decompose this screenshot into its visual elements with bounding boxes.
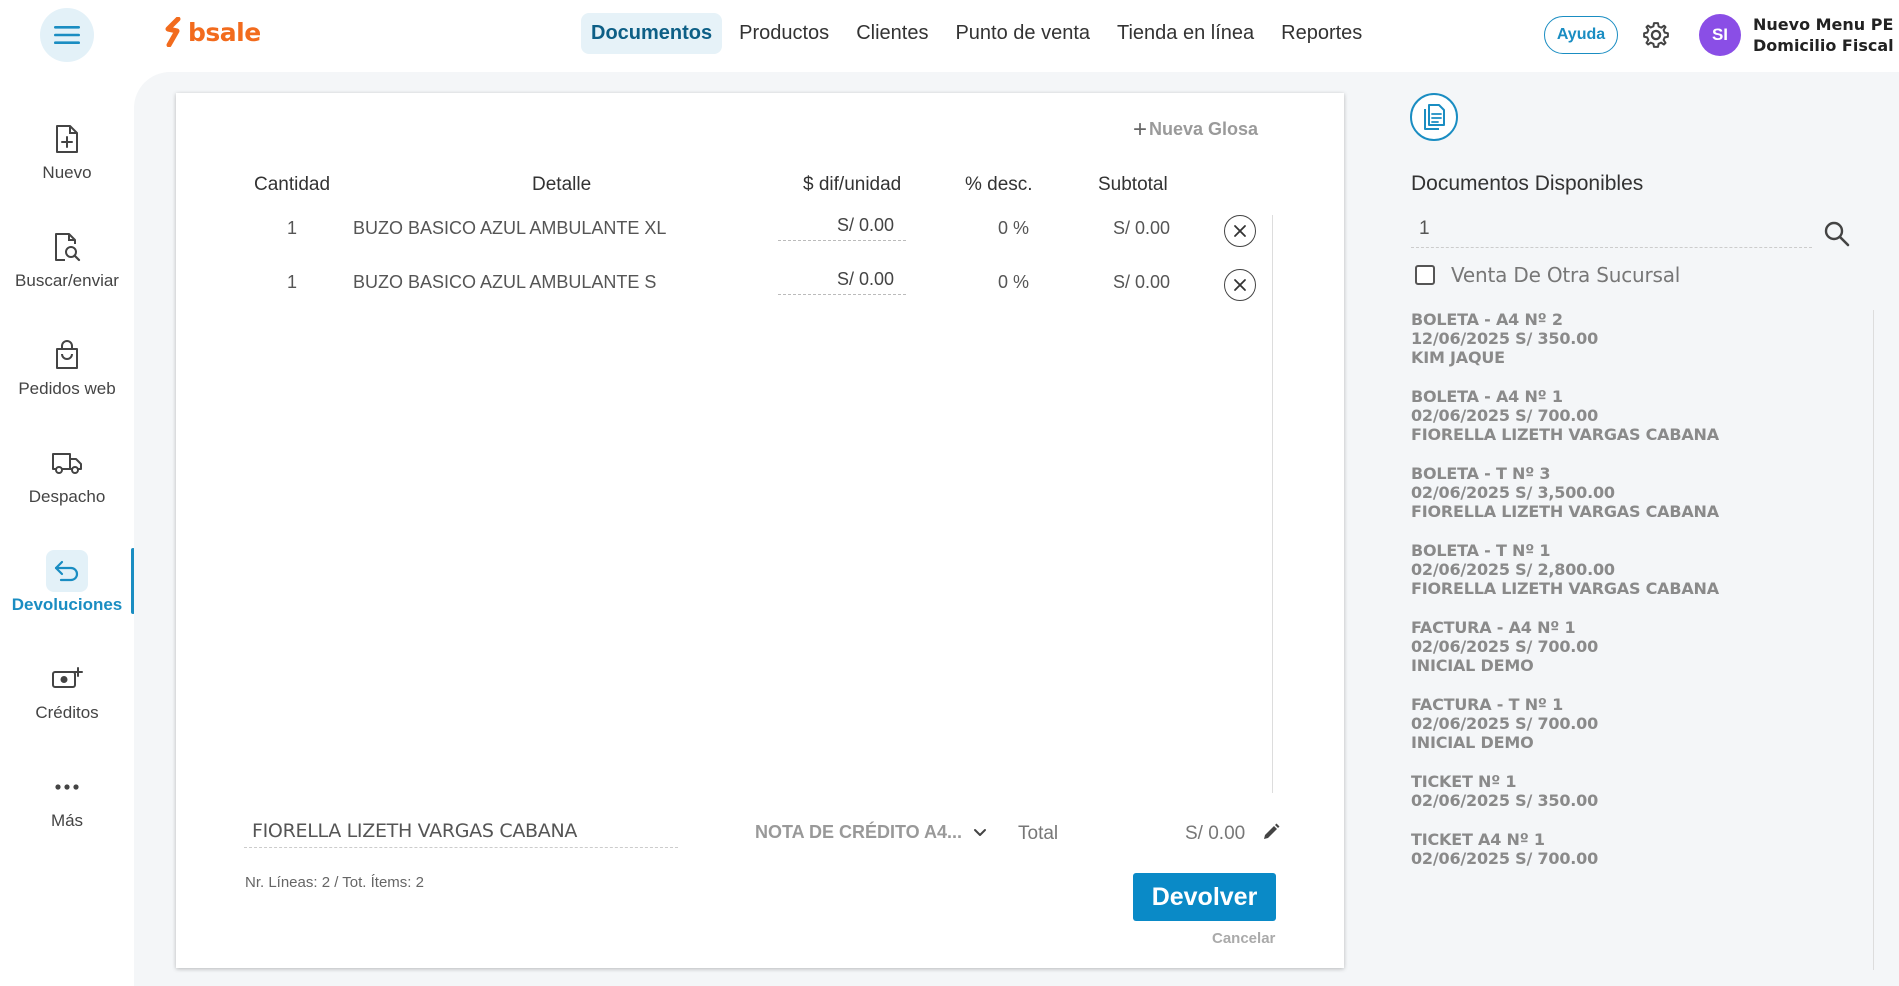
new-glosa-label: Nueva Glosa [1149,119,1259,139]
column-header-descuento: % desc. [965,174,1033,195]
total-label: Total [1018,823,1059,844]
document-type-select[interactable]: NOTA DE CRÉDITO A4... [755,822,987,843]
search-icon[interactable] [1823,220,1851,248]
new-glosa-button[interactable]: + Nueva Glosa [1133,116,1258,144]
money-plus-icon [52,667,83,688]
nav-punto-de-venta[interactable]: Punto de venta [945,13,1100,54]
list-item[interactable]: BOLETA - A4 Nº 2 12/06/2025 S/ 350.00 KI… [1411,310,1598,367]
sidebar-item-label: Nuevo [42,163,92,182]
sidebar-item-label: Créditos [35,703,99,722]
new-document-icon [56,125,78,153]
other-branch-label: Venta De Otra Sucursal [1451,263,1681,287]
close-icon [1234,279,1246,291]
truck-icon [52,453,82,474]
editor-scroll-divider [1272,215,1273,793]
row-detail: BUZO BASICO AZUL AMBULANTE XL [353,218,667,238]
documents-icon-button[interactable] [1410,93,1458,141]
lines-items-summary: Nr. Líneas: 2 / Tot. Ítems: 2 [245,874,424,891]
nav-productos[interactable]: Productos [729,13,839,54]
cancel-link[interactable]: Cancelar [1212,930,1275,947]
logo-text: bsale [188,17,261,47]
help-button[interactable]: Ayuda [1544,16,1618,54]
sidebar: Nuevo Buscar/enviar Pedidos web Despacho… [0,72,134,986]
row-subtotal: S/ 0.00 [1113,218,1171,238]
shopping-bag-icon [56,340,78,369]
search-document-icon [55,233,81,262]
sidebar-item-label: Devoluciones [11,595,123,614]
other-branch-checkbox[interactable] [1415,265,1435,285]
sidebar-item-nuevo[interactable]: Nuevo [0,118,134,183]
row-discount[interactable]: 0 % [998,218,1029,239]
sidebar-item-mas[interactable]: Más [0,766,134,831]
return-arrow-icon [54,560,79,582]
client-input[interactable]: FIORELLA LIZETH VARGAS CABANA [244,820,678,848]
sidebar-item-despacho[interactable]: Despacho [0,442,134,507]
nav-reportes[interactable]: Reportes [1271,13,1372,54]
list-item[interactable]: BOLETA - A4 Nº 1 02/06/2025 S/ 700.00 FI… [1411,387,1719,444]
user-avatar[interactable]: SI [1699,14,1741,56]
sidebar-item-creditos[interactable]: Créditos [0,658,134,723]
sidebar-item-label: Pedidos web [18,379,116,398]
main-nav: Documentos Productos Clientes Punto de v… [581,13,1379,54]
row-detail: BUZO BASICO AZUL AMBULANTE S [353,272,657,292]
list-item[interactable]: FACTURA - T Nº 1 02/06/2025 S/ 700.00 IN… [1411,695,1598,752]
nav-tienda-en-linea[interactable]: Tienda en línea [1107,13,1264,54]
list-item[interactable]: BOLETA - T Nº 3 02/06/2025 S/ 3,500.00 F… [1411,464,1719,521]
nav-documentos[interactable]: Documentos [581,13,723,54]
row-discount[interactable]: 0 % [998,272,1029,293]
user-branch: Domicilio Fiscal [1753,36,1894,55]
menu-button[interactable] [40,8,94,62]
sidebar-item-buscar-enviar[interactable]: Buscar/enviar [0,226,134,291]
total-value: S/ 0.00 [1185,823,1246,844]
document-type-label: NOTA DE CRÉDITO A4... [755,822,963,842]
bsale-logo-icon [165,17,181,47]
doc-list-divider [1873,310,1874,970]
user-info[interactable]: Nuevo Menu PE Domicilio Fiscal [1753,14,1894,56]
remove-row-button[interactable] [1224,215,1256,247]
sidebar-item-devoluciones[interactable]: Devoluciones [0,550,134,615]
plus-icon: + [1133,116,1148,143]
close-icon [1234,225,1246,237]
row-quantity[interactable]: 1 [287,272,297,293]
document-search-input[interactable]: 1 [1411,218,1812,248]
column-header-dif-unidad: $ dif/unidad [803,174,902,195]
sidebar-item-pedidos-web[interactable]: Pedidos web [0,334,134,399]
documents-icon [1424,104,1445,130]
list-item[interactable]: FACTURA - A4 Nº 1 02/06/2025 S/ 700.00 I… [1411,618,1598,675]
sidebar-item-label: Despacho [28,487,106,506]
devolver-button[interactable]: Devolver [1133,873,1276,921]
column-header-subtotal: Subtotal [1098,174,1168,195]
available-docs-title: Documentos Disponibles [1411,172,1644,195]
sidebar-item-label: Más [50,811,84,830]
remove-row-button[interactable] [1224,269,1256,301]
list-item[interactable]: BOLETA - T Nº 1 02/06/2025 S/ 2,800.00 F… [1411,541,1719,598]
column-header-cantidad: Cantidad [254,174,331,195]
gear-icon[interactable] [1641,20,1671,50]
chevron-down-icon [974,829,987,836]
list-item[interactable]: TICKET A4 Nº 1 02/06/2025 S/ 700.00 [1411,830,1598,868]
row-quantity[interactable]: 1 [287,218,297,239]
top-bar: bsale Documentos Productos Clientes Punt… [0,0,1899,72]
list-item[interactable]: TICKET Nº 1 02/06/2025 S/ 350.00 [1411,772,1598,810]
edit-pencil-icon[interactable] [1262,823,1280,841]
sidebar-item-label: Buscar/enviar [15,271,119,290]
user-company: Nuevo Menu PE [1753,15,1894,34]
row-subtotal: S/ 0.00 [1113,272,1171,292]
nav-clientes[interactable]: Clientes [846,13,938,54]
row-price-input[interactable]: S/ 0.00 [778,215,906,241]
bsale-logo[interactable]: bsale [164,17,261,47]
row-price-input[interactable]: S/ 0.00 [778,269,906,295]
column-header-detalle: Detalle [532,174,592,195]
more-dots-icon [55,784,79,790]
hamburger-icon [54,26,80,44]
